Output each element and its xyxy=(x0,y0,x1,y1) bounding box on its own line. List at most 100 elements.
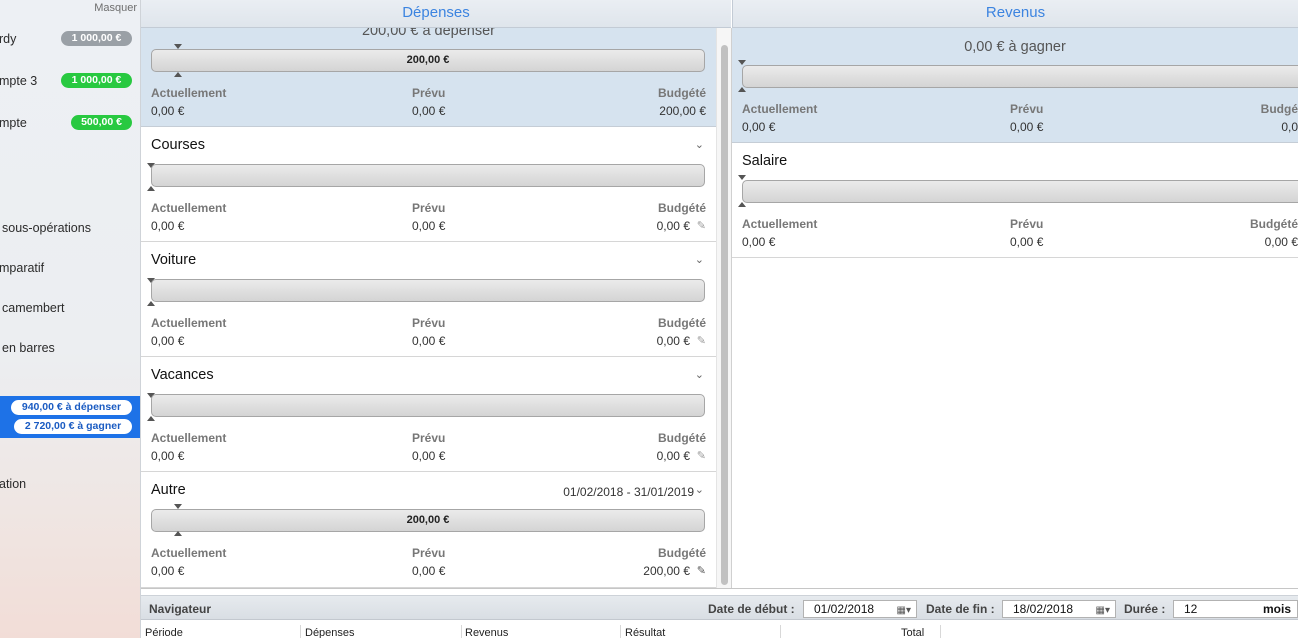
report-comparison[interactable]: mparatif xyxy=(0,261,44,275)
current-value: 0,00 € xyxy=(151,449,185,463)
current-value: 0,00 € xyxy=(151,334,185,348)
current-marker-icon xyxy=(738,87,746,92)
category-title: Salaire xyxy=(742,153,788,169)
column-header-expenses[interactable]: Dépenses xyxy=(305,627,355,638)
end-date-field[interactable]: 18/02/2018 ▦▾ xyxy=(1002,600,1116,618)
planned-label: Prévu xyxy=(1010,217,1044,231)
budget-label: Budgété xyxy=(658,201,706,215)
current-label: Actuellement xyxy=(151,316,227,330)
planned-label: Prévu xyxy=(412,546,446,560)
category-card-voiture[interactable]: Voiture ⌄ Actuellement Prévu Budgété 0,0… xyxy=(141,242,716,357)
column-header-result[interactable]: Résultat xyxy=(625,627,665,638)
budget-value: 200,00 € xyxy=(659,104,706,118)
pencil-icon[interactable]: ✎ xyxy=(697,334,706,347)
current-marker-icon xyxy=(174,531,182,536)
budget-spend-pill: 940,00 € à dépenser xyxy=(11,400,132,415)
category-card-vacances[interactable]: Vacances ⌄ Actuellement Prévu Budgété 0,… xyxy=(141,357,716,472)
current-marker-icon xyxy=(147,301,155,306)
planned-label: Prévu xyxy=(412,86,446,100)
expenses-summary: 200,00 € à dépenser 200,00 € Actuellemen… xyxy=(141,28,716,127)
planned-label: Prévu xyxy=(412,316,446,330)
pencil-icon[interactable]: ✎ xyxy=(697,564,706,577)
account-balance-badge: 1 000,00 € xyxy=(61,31,132,46)
start-date-label: Date de début : xyxy=(708,602,795,616)
planned-value: 0,00 € xyxy=(1010,120,1044,134)
duration-value: 12 xyxy=(1184,602,1198,616)
calendar-icon[interactable]: ▦▾ xyxy=(1096,603,1110,619)
sidebar-item-other[interactable]: ation xyxy=(0,477,26,491)
duration-label: Durée : xyxy=(1124,602,1166,616)
budget-label: Budgété xyxy=(658,86,706,100)
budget-label: Budgété xyxy=(1250,217,1298,231)
account-item-3[interactable]: mpte xyxy=(0,116,27,130)
summary-progress-bar: 200,00 € xyxy=(151,49,705,72)
hide-sidebar-button[interactable]: Masquer xyxy=(94,2,137,14)
current-marker-icon xyxy=(147,186,155,191)
pencil-icon[interactable]: ✎ xyxy=(697,449,706,462)
current-value: 0,00 € xyxy=(742,120,776,134)
expenses-pane: 200,00 € à dépenser 200,00 € Actuellemen… xyxy=(141,28,716,588)
account-balance-badge: 500,00 € xyxy=(71,115,132,130)
chevron-down-icon[interactable]: ⌄ xyxy=(695,368,704,381)
chevron-down-icon[interactable]: ⌄ xyxy=(695,138,704,151)
report-pie-chart[interactable]: camembert xyxy=(2,301,65,315)
income-summary: 0,00 € à gagner Actuellement Prévu Budgé… xyxy=(732,28,1298,143)
current-label: Actuellement xyxy=(151,86,227,100)
scrollbar-thumb[interactable] xyxy=(721,45,728,585)
budget-value: 0,00 € xyxy=(656,334,690,348)
category-card-salaire[interactable]: Salaire Actuellement Prévu Budgété 0,00 … xyxy=(732,143,1298,258)
expenses-scrollbar[interactable] xyxy=(716,28,731,588)
calendar-icon[interactable]: ▦▾ xyxy=(897,603,911,619)
duration-field[interactable]: 12 mois xyxy=(1173,600,1298,618)
account-item-2[interactable]: mpte 3 xyxy=(0,74,37,88)
chevron-down-icon[interactable]: ⌄ xyxy=(695,253,704,266)
chevron-down-icon[interactable]: ⌄ xyxy=(695,483,704,496)
category-progress-bar xyxy=(151,164,705,187)
expenses-header: Dépenses xyxy=(141,0,731,28)
current-label: Actuellement xyxy=(151,431,227,445)
account-balance-badge: 1 000,00 € xyxy=(61,73,132,88)
column-separator xyxy=(300,625,301,638)
column-separator xyxy=(461,625,462,638)
report-sub-operations[interactable]: sous-opérations xyxy=(2,221,91,235)
planned-value: 0,00 € xyxy=(412,449,446,463)
to-spend-total: 200,00 € à dépenser xyxy=(361,28,496,39)
planned-label: Prévu xyxy=(1010,102,1044,116)
current-value: 0,00 € xyxy=(151,219,185,233)
current-label: Actuellement xyxy=(742,102,818,116)
sidebar-item-budget-selected[interactable]: 940,00 € à dépenser 2 720,00 € à gagner xyxy=(0,396,140,438)
column-header-income[interactable]: Revenus xyxy=(465,627,508,638)
pencil-icon[interactable]: ✎ xyxy=(697,219,706,232)
category-progress-bar xyxy=(151,394,705,417)
column-separator xyxy=(620,625,621,638)
budget-earn-pill: 2 720,00 € à gagner xyxy=(14,419,132,434)
category-card-courses[interactable]: Courses ⌄ Actuellement Prévu Budgété 0,0… xyxy=(141,127,716,242)
budget-value: 200,00 € xyxy=(643,564,690,578)
income-pane: 0,00 € à gagner Actuellement Prévu Budgé… xyxy=(732,28,1298,588)
start-date-field[interactable]: 01/02/2018 ▦▾ xyxy=(803,600,917,618)
planned-value: 0,00 € xyxy=(412,564,446,578)
current-label: Actuellement xyxy=(742,217,818,231)
current-value: 0,00 € xyxy=(742,235,776,249)
to-earn-total: 0,00 € à gagner xyxy=(964,39,1066,55)
duration-unit: mois xyxy=(1262,602,1291,616)
navigator-panel: Navigateur Date de début : 01/02/2018 ▦▾… xyxy=(141,588,1298,638)
column-header-period[interactable]: Période xyxy=(145,627,183,638)
navigator-toolbar: Navigateur Date de début : 01/02/2018 ▦▾… xyxy=(141,595,1298,620)
current-marker-icon xyxy=(738,202,746,207)
current-label: Actuellement xyxy=(151,546,227,560)
column-separator xyxy=(940,625,941,638)
summary-progress-bar xyxy=(742,65,1298,88)
category-progress-bar xyxy=(742,180,1298,203)
budget-label: Budgété xyxy=(658,431,706,445)
budget-label: Budgé xyxy=(1260,102,1298,116)
report-bar-chart[interactable]: en barres xyxy=(2,341,55,355)
category-title: Voiture xyxy=(151,252,197,268)
current-value: 0,00 € xyxy=(151,564,185,578)
column-header-total[interactable]: Total xyxy=(901,627,924,638)
budget-value: 0,00 € xyxy=(1264,235,1298,249)
start-date-value: 01/02/2018 xyxy=(814,602,875,616)
end-date-value: 18/02/2018 xyxy=(1013,602,1074,616)
account-item-1[interactable]: rdy xyxy=(0,32,16,46)
category-card-autre[interactable]: Autre 01/02/2018 - 31/01/2019 ⌄ 200,00 €… xyxy=(141,472,716,588)
